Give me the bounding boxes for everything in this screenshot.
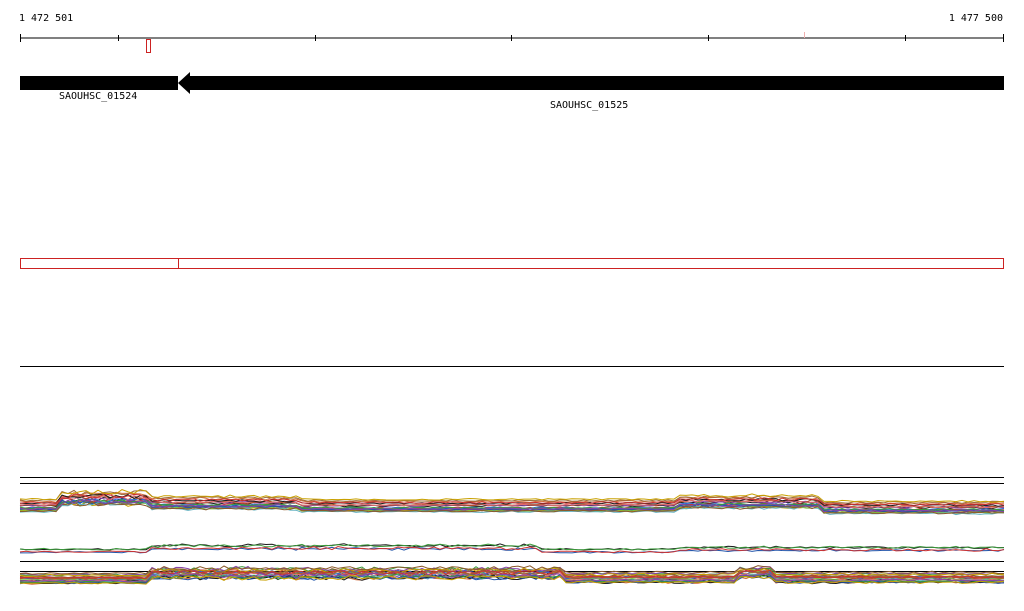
genome-browser-canvas[interactable] bbox=[0, 0, 1024, 611]
feature-box[interactable] bbox=[20, 258, 1004, 269]
gene-label-saouhsc-01525: SAOUHSC_01525 bbox=[550, 100, 629, 111]
gene-label-saouhsc-01524: SAOUHSC_01524 bbox=[59, 91, 138, 102]
gene-track bbox=[20, 72, 1004, 94]
coverage-track-a bbox=[19, 488, 1005, 516]
site-marker[interactable] bbox=[146, 39, 151, 53]
feature-track bbox=[20, 258, 1004, 269]
gene-arrow-saouhsc-01524[interactable] bbox=[20, 76, 178, 90]
gene-arrow-saouhsc-01525[interactable] bbox=[178, 72, 1004, 94]
coverage-track-b bbox=[19, 543, 1005, 554]
position-ruler bbox=[20, 32, 1004, 53]
coverage-track-c bbox=[19, 565, 1005, 585]
